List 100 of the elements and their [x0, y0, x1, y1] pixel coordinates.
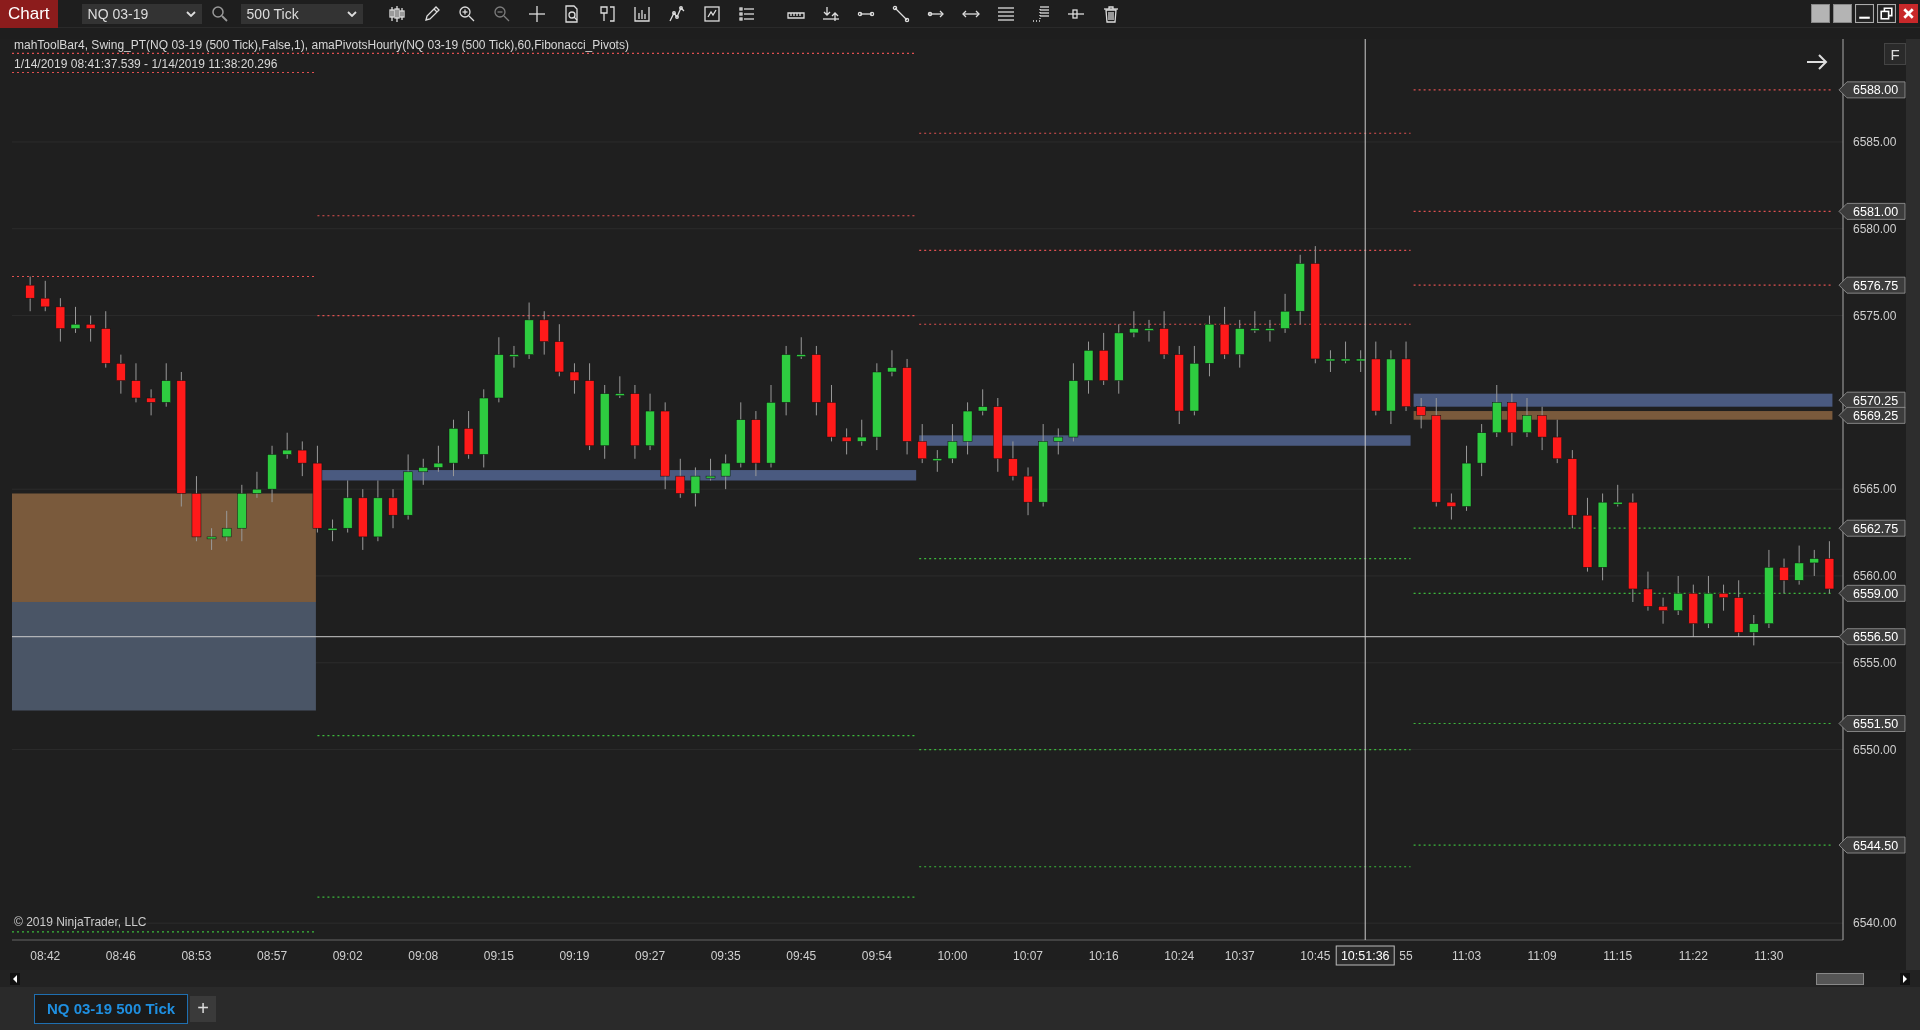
candlestick [1794, 545, 1804, 586]
scroll-left-icon[interactable] [10, 972, 20, 985]
ref-line-label: 6576.75 [1853, 278, 1899, 293]
candlestick [781, 345, 791, 416]
chart-tab[interactable]: NQ 03-19 500 Tick [34, 993, 189, 1024]
candlestick [1537, 406, 1547, 451]
ref-line-label: 6551.50 [1853, 717, 1899, 732]
price-label: 6555.00 [1853, 655, 1897, 670]
time-label: 09:35 [710, 949, 741, 963]
horizontal-lines-icon[interactable] [996, 4, 1015, 23]
time-label: 08:46 [105, 949, 136, 963]
time-label: 08:53 [181, 949, 212, 963]
candlestick [191, 475, 202, 542]
candlestick [116, 354, 126, 395]
ref-line-label: 6562.75 [1853, 521, 1899, 536]
time-label: 11:22 [1678, 949, 1708, 963]
levels-icon[interactable] [1031, 4, 1050, 23]
candlestick [841, 427, 852, 455]
candlestick [342, 479, 353, 534]
document-search-icon[interactable] [562, 4, 581, 23]
interval-dropdown[interactable]: 500 Tick [240, 3, 363, 24]
minimize-icon[interactable] [1855, 4, 1874, 23]
vertical-scrollbar[interactable] [1906, 39, 1920, 970]
candlestick [1144, 319, 1154, 343]
price-label: 6580.00 [1853, 221, 1897, 236]
time-label: 09:19 [559, 949, 590, 963]
time-label: 09:54 [861, 949, 892, 963]
candlestick [826, 384, 837, 442]
time-label: 09:27 [635, 949, 666, 963]
candlestick [705, 458, 716, 481]
instrument-dropdown[interactable]: NQ 03-19 [81, 3, 202, 24]
candlestick [1098, 332, 1109, 386]
fit-button[interactable]: F [1884, 43, 1906, 65]
candlestick [237, 484, 247, 542]
chart-settings-icon[interactable] [702, 4, 721, 23]
ref-line-label: 6581.00 [1853, 204, 1899, 219]
price-marker: 6544.50 [1838, 836, 1906, 854]
time-label: 08:57 [257, 949, 288, 963]
time-label: 55 [1399, 949, 1413, 963]
arrow-right-icon[interactable] [1807, 55, 1826, 69]
candlestick [1295, 254, 1305, 325]
trash-icon[interactable] [1101, 4, 1120, 23]
candlestick [1446, 493, 1457, 521]
search-icon[interactable] [210, 4, 229, 23]
price-label: 6565.00 [1853, 482, 1897, 497]
band-label: 6569.25 [1853, 408, 1899, 423]
candlestick [857, 419, 867, 447]
time-label: 10:00 [937, 949, 968, 963]
candlestick [297, 440, 308, 477]
candlestick [1733, 579, 1744, 638]
time-label: 10:45 [1300, 949, 1331, 963]
close-icon[interactable] [1899, 4, 1918, 23]
candlestick [267, 445, 277, 503]
zoom-in-icon[interactable] [457, 4, 476, 23]
candlestick [917, 423, 927, 464]
bracket-icon[interactable] [597, 4, 616, 23]
candlestick [1250, 310, 1260, 334]
line-chart-icon[interactable] [667, 4, 686, 23]
pencil-icon[interactable] [422, 4, 441, 23]
candlestick [539, 310, 549, 356]
bar-chart-icon[interactable] [632, 4, 651, 23]
diagonal-line-icon[interactable] [891, 4, 910, 23]
candlestick [1083, 341, 1094, 395]
add-tab-button[interactable]: + [190, 995, 217, 1022]
list-icon[interactable] [737, 4, 756, 23]
candlestick [161, 362, 171, 408]
crosshair-icon[interactable] [527, 4, 546, 23]
candlestick [252, 471, 262, 499]
candlestick [569, 362, 580, 395]
time-label: 10:24 [1164, 949, 1195, 963]
scroll-right-icon[interactable] [1900, 972, 1910, 985]
candlestick [1189, 345, 1200, 416]
candlestick [433, 445, 444, 473]
price-label: 6560.00 [1853, 568, 1897, 583]
candlestick [1265, 319, 1275, 343]
scrollbar-thumb[interactable] [1816, 972, 1864, 985]
candlestick [1522, 397, 1532, 438]
candlestick [1325, 349, 1336, 373]
candlestick [645, 393, 655, 451]
candlestick [1718, 584, 1729, 612]
candlestick [1053, 427, 1064, 455]
candlestick [1234, 319, 1245, 369]
candlestick [327, 519, 338, 542]
candlestick [524, 302, 534, 360]
candlestick [1129, 310, 1139, 338]
zoom-out-icon[interactable] [492, 4, 511, 23]
time-label: 10:07 [1013, 949, 1044, 963]
candlestick-icon[interactable] [387, 4, 406, 23]
candlestick [1507, 393, 1517, 447]
candlestick [1461, 445, 1472, 512]
candlestick [131, 362, 141, 403]
crosshair-time-label: 10:51:36 [1335, 945, 1395, 966]
price-marker: 6570.25 [1838, 391, 1906, 409]
ref-line-label: 6559.00 [1853, 586, 1899, 601]
candlestick [206, 527, 217, 551]
restore-icon[interactable] [1877, 4, 1896, 23]
time-label: 09:15 [483, 949, 514, 963]
candlestick [1643, 571, 1653, 612]
ref-line-label: 6556.50 [1853, 630, 1899, 645]
arrows-icon[interactable] [821, 4, 840, 23]
